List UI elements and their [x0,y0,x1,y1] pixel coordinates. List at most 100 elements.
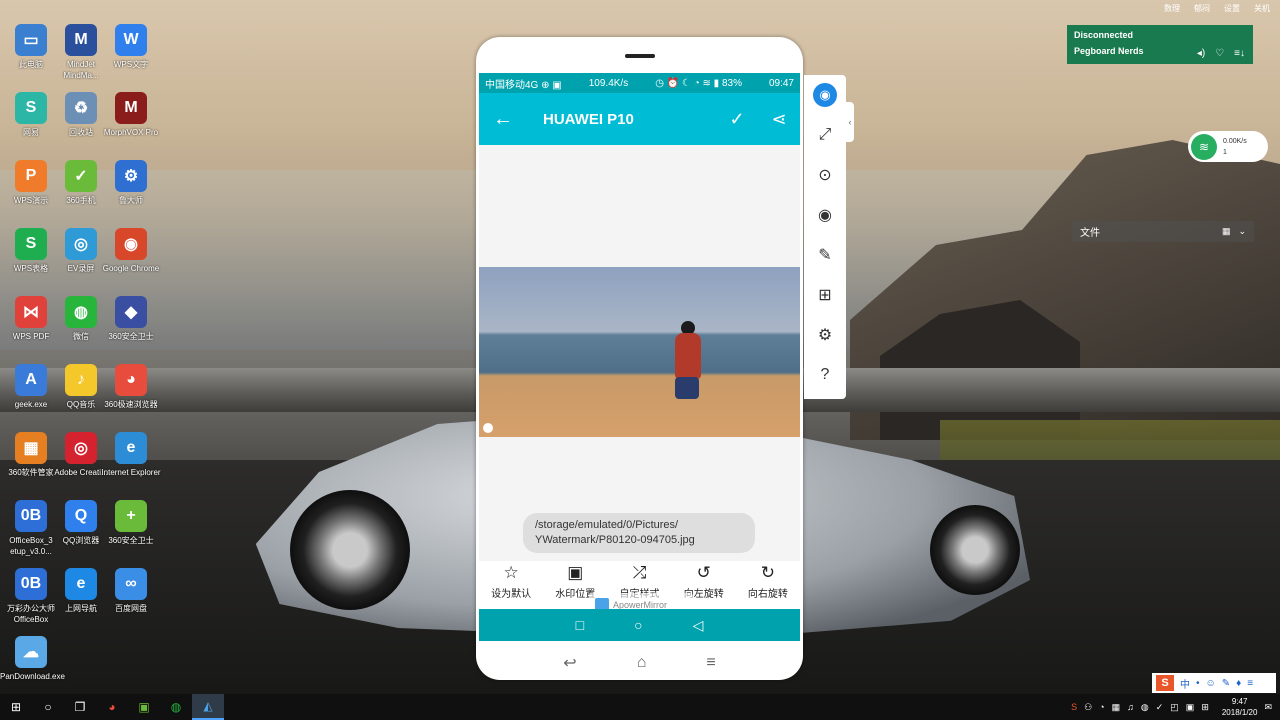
taskbar-app-apowermirror-icon[interactable]: ◭ [192,694,224,720]
phone-screen: 中国移动4G ⊕ ▣ 109.4K/s ◷ ⏰ ☾ ◔ ≋ ▮ 83% 09:4… [479,73,800,641]
volume-icon[interactable]: ◂) [1197,48,1205,59]
desktop-app-icon: ▭ [15,24,47,56]
notification-icon[interactable]: ✉ [1264,702,1272,713]
desktop-app-icon: ⋈ [15,296,47,328]
record-icon[interactable]: ◉ [804,195,846,235]
taskbar-app-wechat-icon[interactable]: ◍ [160,694,192,720]
pen-icon[interactable]: ✎ [1222,678,1230,689]
hw-menu-icon[interactable]: ≡ [706,654,715,672]
rotate-right-icon: ↻ [760,563,776,582]
beach-photo[interactable] [479,267,800,437]
settings-icon[interactable]: ⚙ [804,315,846,355]
desktop-icon[interactable]: ☁ PanDownload.exe [0,636,65,682]
desktop-app-icon: ⚙ [115,160,147,192]
set-default-button[interactable]: ☆ 设为默认 [479,561,543,609]
task-view-icon[interactable]: ❐ [64,694,96,720]
check-icon[interactable]: ✓ [716,109,758,130]
avatar-icon: ◉ [813,83,837,107]
desktop-app-icon: ♻ [65,92,97,124]
top-strip-item[interactable]: 设置 [1224,3,1240,14]
collapse-toolbar-icon[interactable]: ‹ [846,102,854,142]
gift-icon[interactable]: ⊞ [804,275,846,315]
tool-label: 向右旋转 [747,589,788,600]
menu-icon[interactable]: ≡ [1247,678,1253,689]
tray-icon[interactable]: ◍ [1141,702,1149,713]
search-icon[interactable]: ○ [32,694,64,720]
clock-time: 9:47 [1231,697,1248,706]
tray-icon[interactable]: ⊞ [1201,702,1209,713]
desktop-app-icon: e [115,432,147,464]
home-icon[interactable]: ○ [634,617,642,633]
desktop-app-icon: ◎ [65,228,97,260]
phone-mirror-window: 中国移动4G ⊕ ▣ 109.4K/s ◷ ⏰ ☾ ◔ ≋ ▮ 83% 09:4… [476,37,803,680]
watermark-marker-icon[interactable] [483,423,493,433]
net-speed: 0.00K/s [1223,137,1247,145]
chevron-down-icon[interactable]: ⌄ [1238,226,1246,237]
windows-start-icon[interactable]: ⊞ [0,694,32,720]
desktop-icon[interactable]: ◆ 360安全卫士 [100,296,162,342]
taskbar-app-360browser-icon[interactable]: ◕ [96,694,128,720]
top-strip-item[interactable]: 数理 [1164,3,1180,14]
fullscreen-icon[interactable]: ⤢ [804,115,846,155]
tray-icon[interactable]: ▣ [1186,702,1195,713]
desktop-app-icon: + [115,500,147,532]
tray-icon[interactable]: ⚇ [1084,702,1092,713]
desktop-icon[interactable]: ∞ 百度网盘 [100,568,162,614]
screenshot-icon[interactable]: ⊙ [804,155,846,195]
desktop-icon-label: PanDownload.exe [0,672,65,681]
network-speed-widget[interactable]: ≋ 0.00K/s 1 [1188,131,1268,162]
tray-icon[interactable]: ♫ [1127,702,1134,712]
heart-icon[interactable]: ♡ [1215,48,1224,59]
status-time: 09:47 [768,77,794,89]
music-status: Disconnected [1074,30,1134,40]
desktop-icon[interactable]: ⚙ 鲁大师 [100,160,162,206]
rotate-right-button[interactable]: ↻ 向右旋转 [736,561,800,609]
grid-view-icon[interactable]: ▦ [1222,226,1231,237]
desktop-icon[interactable]: +360安全卫士 [100,500,162,546]
top-strip-item[interactable]: 郁闷 [1194,3,1210,14]
taskbar-clock[interactable]: 9:47 2018/1/20 [1222,696,1258,718]
ime-item[interactable]: 中 [1180,676,1190,691]
emoji-icon[interactable]: ☺ [1206,678,1216,689]
tool-label: 设为默认 [491,589,532,600]
desktop-icon[interactable]: ◕ 360极速浏览器 [100,364,162,410]
hardware-nav-bar: ↩ ⌂ ≡ [476,645,803,680]
account-button[interactable]: ◉ [804,75,846,115]
recent-apps-icon[interactable]: □ [576,617,584,633]
desktop-icon[interactable]: W WPS文字 [100,24,162,70]
playlist-icon[interactable]: ≡↓ [1234,48,1245,59]
hw-back-icon[interactable]: ↩ [563,653,576,673]
star-icon: ☆ [503,563,519,582]
pen-icon[interactable]: ✎ [804,235,846,275]
tray-icon[interactable]: ◔ [1099,702,1104,712]
desktop-icon[interactable]: e Internet Explorer [100,432,162,478]
desktop-icon[interactable]: M MorphVOX Pro [100,92,162,138]
file-path-line: /storage/emulated/0/Pictures/ [535,519,679,531]
top-strip-item[interactable]: 关机 [1254,3,1270,14]
help-icon[interactable]: ? [804,355,846,395]
taskbar-app-360phone-icon[interactable]: ▣ [128,694,160,720]
tray-icon[interactable]: ▦ [1112,702,1121,713]
wifi-icon: ≋ [1191,133,1217,160]
ime-item[interactable]: • [1196,678,1200,689]
desktop-icon-label: 360极速浏览器 [104,400,158,409]
ime-toolbar[interactable]: S 中 • ☺ ✎ ♦ ≡ [1152,673,1276,693]
desktop-app-icon: ☁ [15,636,47,668]
skin-icon[interactable]: ♦ [1236,678,1241,689]
net-count: 1 [1223,148,1227,156]
tray-icon[interactable]: ◰ [1170,702,1179,713]
file-panel[interactable]: 文件 ▦ ⌄ [1072,221,1254,242]
back-icon[interactable]: ◁ [693,617,704,634]
tray-icon[interactable]: ✓ [1156,702,1164,713]
hw-home-icon[interactable]: ⌂ [637,654,647,672]
back-arrow-icon[interactable]: ← [479,108,527,131]
tray-icon[interactable]: S [1071,702,1077,712]
status-icons: ◷ ⏰ ☾ ◔ ≋ ▮ 83% [655,77,742,89]
position-icon: ▣ [567,563,584,582]
desktop-icon[interactable]: ◉ Google Chrome [100,228,162,274]
android-nav-bar: □ ○ ◁ [479,609,800,641]
file-panel-label: 文件 [1080,228,1100,239]
music-widget[interactable]: Disconnected Pegboard Nerds ◂) ♡ ≡↓ [1067,25,1253,64]
share-icon[interactable]: ⋖ [758,109,800,130]
photo-person [675,333,701,379]
